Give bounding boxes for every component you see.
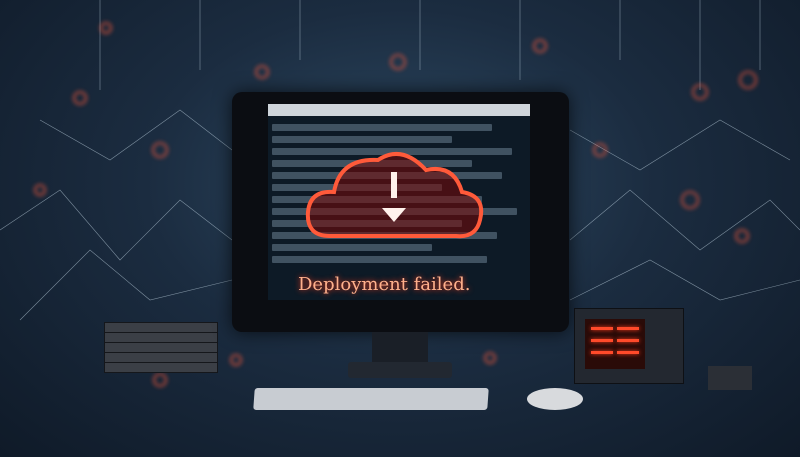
alert-icon — [391, 172, 397, 198]
keyboard — [253, 388, 489, 410]
mouse — [527, 388, 583, 410]
monitor-screen — [268, 104, 530, 300]
monitor-stand — [372, 332, 428, 364]
book-stack — [104, 322, 218, 373]
cloud-download-icon — [305, 151, 484, 239]
error-message: Deployment failed. — [298, 274, 471, 295]
small-device — [708, 366, 752, 390]
illustration: Deployment failed. — [0, 0, 800, 457]
monitor-base — [348, 362, 452, 378]
server-device — [574, 308, 684, 384]
